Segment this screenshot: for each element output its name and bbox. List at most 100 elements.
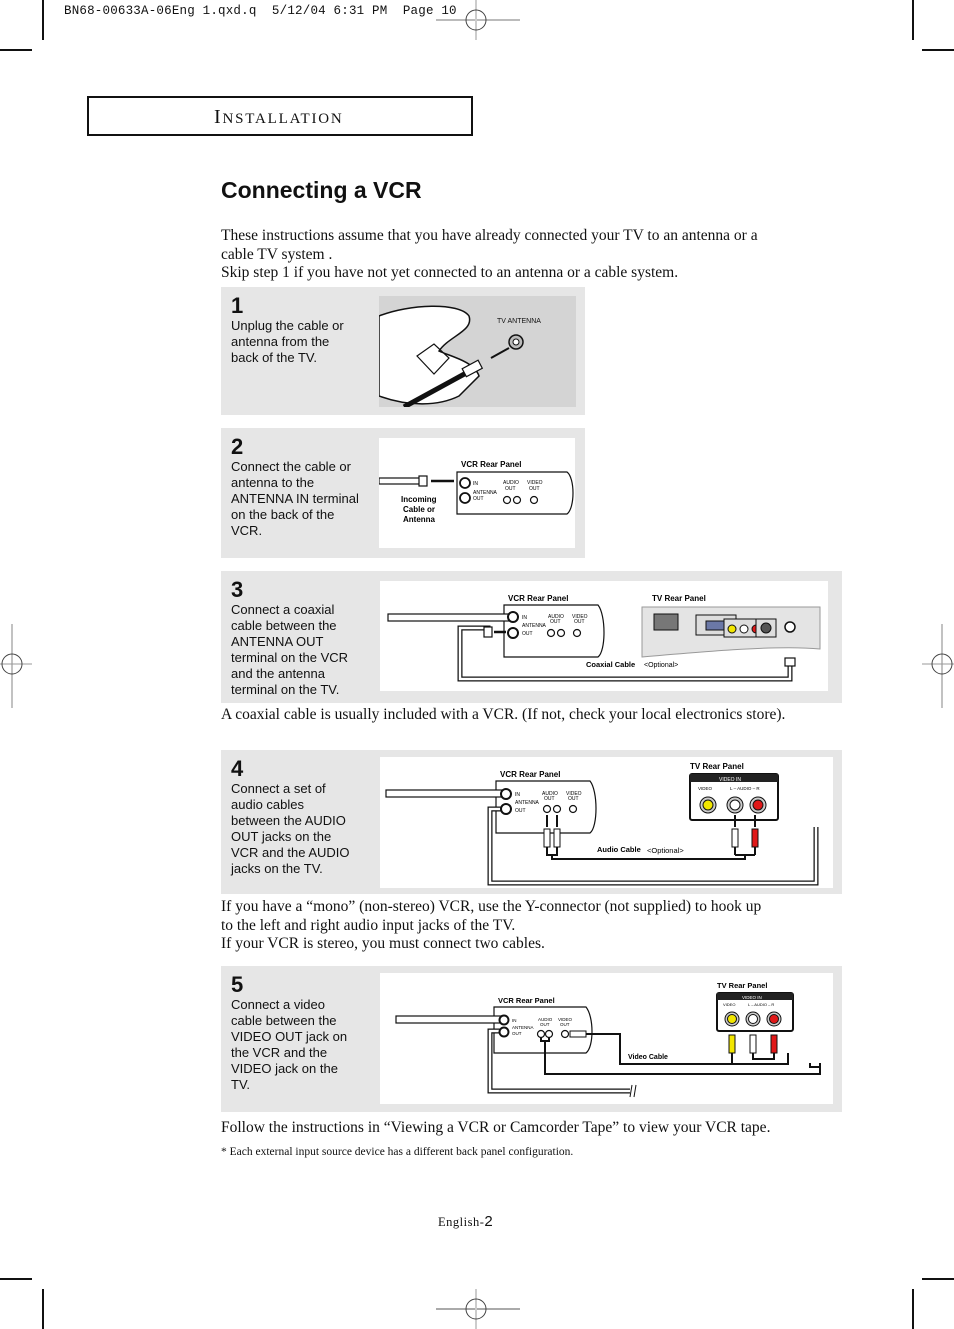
svg-text:OUT: OUT (505, 486, 516, 492)
step-1: 1 Unplug the cable or antenna from the b… (221, 287, 585, 415)
svg-text:L – AUDIO – R: L – AUDIO – R (730, 786, 760, 791)
audio-out-r-jack-icon (512, 495, 522, 505)
svg-text:OUT: OUT (522, 631, 533, 637)
svg-text:Cable or: Cable or (403, 505, 435, 514)
video-jack-yellow-icon (702, 799, 714, 811)
step-number: 5 (231, 972, 244, 997)
incoming-cable (379, 477, 422, 485)
power-socket-icon (653, 613, 679, 631)
step-4-diagram: VCR Rear Panel IN ANTENNA OUT AUDIO OUT … (380, 757, 833, 888)
svg-text:OUT: OUT (568, 796, 579, 802)
crop-mark (42, 1289, 44, 1329)
tv-antenna-jack-icon (784, 621, 796, 633)
svg-text:VCR Rear Panel: VCR Rear Panel (498, 996, 555, 1005)
svg-text:OUT: OUT (529, 486, 540, 492)
audio-plug-red (770, 1034, 778, 1054)
video-out-jack-icon (529, 495, 539, 505)
svg-text:OUT: OUT (574, 619, 585, 625)
audio-plug-red (751, 828, 759, 848)
crop-mark (922, 49, 954, 51)
svg-text:ANTENNA: ANTENNA (522, 623, 547, 629)
step-5-diagram: VCR Rear Panel IN ANTENNA OUT AUDIO OUT … (380, 973, 833, 1104)
svg-text:TV Rear Panel: TV Rear Panel (690, 762, 744, 771)
svg-text:ANTENNA: ANTENNA (515, 800, 540, 806)
coaxial-note: A coaxial cable is usually included with… (221, 706, 786, 723)
svg-text:VIDEO IN: VIDEO IN (719, 777, 741, 783)
follow-instructions: Follow the instructions in “Viewing a VC… (221, 1119, 771, 1136)
audio-plug-white (749, 1034, 757, 1054)
svg-text:VCR Rear Panel: VCR Rear Panel (500, 770, 560, 779)
svg-text:OUT: OUT (560, 1022, 570, 1027)
incoming-cable (385, 789, 505, 798)
arrow (490, 347, 510, 359)
step-3: 3 Connect a coaxial cable between the AN… (221, 571, 842, 703)
step-4: 4 Connect a set of audio cables between … (221, 750, 842, 894)
audio-r-jack-icon (752, 799, 764, 811)
crop-mark (0, 49, 32, 51)
section-header-box: INSTALLATION (87, 96, 473, 136)
svg-text:IN: IN (512, 1018, 517, 1023)
svg-text:OUT: OUT (515, 808, 526, 814)
registration-mark-bottom (436, 1289, 520, 1329)
step-instructions: Connect the cable or antenna to the ANTE… (231, 459, 359, 538)
optional-label: <Optional> (644, 662, 678, 669)
step-instructions: Connect a set of audio cables between th… (231, 781, 350, 876)
cable-break-icon (629, 1084, 637, 1098)
audio-l-jack-icon (739, 624, 749, 634)
step-number: 1 (231, 293, 244, 318)
svg-text:ANTENNA: ANTENNA (512, 1025, 534, 1030)
footnote: * Each external input source device has … (221, 1146, 574, 1158)
audio-l-jack-icon (748, 1014, 758, 1024)
incoming-cable (395, 1015, 505, 1024)
intro-paragraph: These instructions assume that you have … (221, 227, 758, 281)
print-slug: BN68-00633A-06Eng 1.qxd.q 5/12/04 6:31 P… (64, 4, 457, 18)
antenna-in-jack-icon (459, 477, 471, 489)
step-instructions: Unplug the cable or antenna from the bac… (231, 318, 344, 365)
step-5: 5 Connect a video cable between the VIDE… (221, 966, 842, 1112)
svg-text:Antenna: Antenna (403, 515, 436, 524)
antenna-out-jack-icon (459, 492, 471, 504)
audio-out-l-jack-icon (542, 804, 552, 814)
svg-text:OUT: OUT (550, 619, 561, 625)
step-2-diagram: VCR Rear Panel IN ANTENNA OUT AUDIO OUT … (379, 438, 575, 548)
page-title: Connecting a VCR (221, 177, 422, 203)
svg-text:IN: IN (473, 481, 478, 487)
audio-r-jack-icon (769, 1014, 779, 1024)
crop-mark (0, 1278, 32, 1280)
tv-antenna-label: TV ANTENNA (497, 318, 541, 325)
cable-label: Audio Cable (597, 845, 641, 854)
svg-text:OUT: OUT (544, 796, 555, 802)
svg-text:L – AUDIO – R: L – AUDIO – R (748, 1002, 774, 1007)
crop-mark (922, 1278, 954, 1280)
registration-mark-top (436, 0, 520, 40)
svg-text:OUT: OUT (540, 1022, 550, 1027)
audio-out-r-jack-icon (552, 804, 562, 814)
video-jack-yellow-icon (727, 624, 737, 634)
crop-mark (912, 0, 914, 40)
step-number: 4 (231, 756, 244, 781)
section-title: INSTALLATION (214, 106, 344, 128)
video-plug (569, 1030, 587, 1038)
unplug-antenna-illustration: TV ANTENNA (379, 305, 541, 407)
audio-plug-white (553, 828, 561, 848)
step-instructions: Connect a coaxial cable between the ANTE… (231, 602, 349, 697)
step-1-diagram: TV ANTENNA (379, 296, 576, 407)
svg-text:VIDEO: VIDEO (698, 786, 713, 791)
video-plug-yellow (728, 1034, 736, 1054)
svg-text:VIDEO: VIDEO (723, 1002, 735, 1007)
svg-text:VIDEO IN: VIDEO IN (742, 995, 762, 1000)
svg-text:OUT: OUT (512, 1031, 522, 1036)
step-instructions: Connect a video cable between the VIDEO … (231, 997, 348, 1092)
audio-plug-white (731, 828, 739, 848)
optional-label: <Optional> (647, 846, 684, 855)
svg-text:TV Rear Panel: TV Rear Panel (717, 981, 767, 990)
step-2: 2 Connect the cable or antenna to the AN… (221, 428, 585, 558)
crop-mark (42, 0, 44, 40)
crop-mark (912, 1289, 914, 1329)
step-3-diagram: VCR Rear Panel IN ANTENNA OUT AUDIO OUT … (380, 581, 828, 691)
video-jack-yellow-icon (727, 1014, 737, 1024)
incoming-cable (387, 613, 511, 622)
svg-text:OUT: OUT (473, 496, 484, 502)
registration-mark-left (0, 624, 32, 708)
audio-out-r-jack-icon (544, 1029, 554, 1039)
